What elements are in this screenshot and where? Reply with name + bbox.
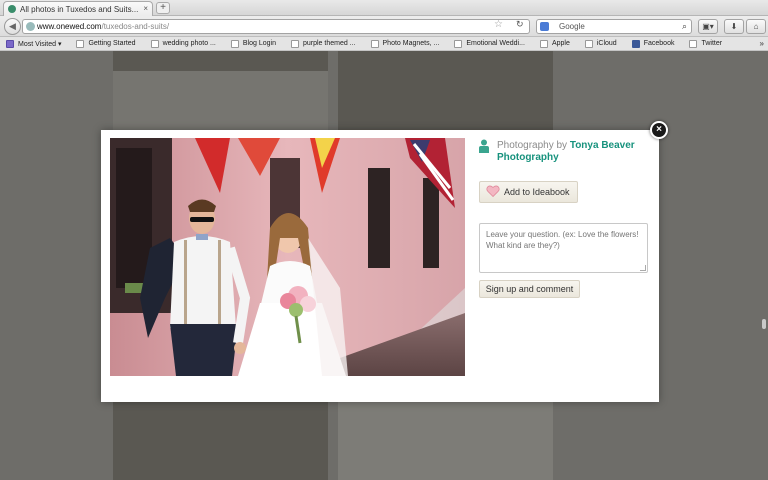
bookmark-label: purple themed ... <box>302 40 356 47</box>
site-favicon-icon <box>8 5 16 13</box>
site-identity-icon[interactable] <box>26 22 35 31</box>
page-icon <box>76 39 85 48</box>
search-icon[interactable]: ⌕ <box>682 20 687 33</box>
bookmark-item[interactable]: iCloud <box>584 39 617 48</box>
question-textarea[interactable] <box>479 223 648 273</box>
tab-close-icon[interactable]: × <box>143 4 148 13</box>
bookmark-item[interactable]: wedding photo ... <box>150 39 216 48</box>
search-engine-icon[interactable] <box>540 22 549 31</box>
bookmark-item[interactable]: Photo Magnets, ... <box>370 39 440 48</box>
background-photo <box>113 401 328 480</box>
page-icon <box>150 39 159 48</box>
bookmark-item[interactable]: Getting Started <box>76 39 136 48</box>
downloads-icon[interactable]: ⬇ <box>724 19 744 34</box>
modal-close-button[interactable]: × <box>650 121 668 139</box>
background-photo <box>338 401 553 480</box>
page-icon <box>689 39 698 48</box>
search-bar[interactable]: Google ⌕ <box>536 19 692 34</box>
scrollbar-thumb[interactable] <box>762 319 766 329</box>
page-icon <box>230 39 239 48</box>
credit-prefix: Photography by <box>497 140 570 151</box>
photo-credit: Photography by Tonya Beaver Photography <box>497 140 652 164</box>
home-icon[interactable]: ⌂ <box>746 19 766 34</box>
url-path: /tuxedos-and-suits/ <box>101 22 170 31</box>
bookmark-label: Emotional Weddi... <box>466 40 525 47</box>
heart-icon <box>486 185 500 198</box>
bookmark-label: Photo Magnets, ... <box>382 40 440 47</box>
navigation-bar: ◀ www.onewed.com/tuxedos-and-suits/ ☆ ↻ … <box>0 16 768 37</box>
tab-title: All photos in Tuxedos and Suits... <box>20 4 139 14</box>
bookmark-star-icon[interactable]: ☆ <box>494 19 503 30</box>
bookmark-item[interactable]: Facebook <box>631 39 675 48</box>
most-visited-icon <box>6 39 14 48</box>
address-bar[interactable]: www.onewed.com/tuxedos-and-suits/ <box>22 19 530 34</box>
page-icon <box>370 39 379 48</box>
bookmark-item[interactable]: purple themed ... <box>290 39 356 48</box>
bookmark-item[interactable]: Emotional Weddi... <box>454 39 525 48</box>
reload-icon[interactable]: ↻ <box>516 19 524 30</box>
bookmark-label: Twitter <box>701 40 723 47</box>
facebook-icon <box>631 39 640 48</box>
browser-tab[interactable]: All photos in Tuxedos and Suits... × <box>3 1 153 16</box>
photographer-icon <box>479 139 489 153</box>
bookmark-label: Getting Started <box>88 40 136 47</box>
bookmark-item[interactable]: Twitter <box>689 39 723 48</box>
bookmark-label: Apple <box>551 40 570 47</box>
bookmark-item[interactable]: Most Visited ▾ <box>6 39 62 48</box>
bookmarks-overflow-icon[interactable]: » <box>760 39 764 48</box>
new-tab-button[interactable]: + <box>156 2 170 14</box>
background-photo <box>338 51 553 131</box>
bookmark-item[interactable]: Apple <box>539 39 570 48</box>
textarea-resize-handle[interactable] <box>640 265 646 271</box>
search-placeholder: Google <box>559 22 585 31</box>
bookmark-label: Most Visited ▾ <box>18 40 62 48</box>
bookmark-item[interactable]: Blog Login <box>230 39 276 48</box>
wedding-photo <box>110 138 465 376</box>
background-photo <box>113 51 328 71</box>
bookmarks-toolbar: Most Visited ▾ Getting Started wedding pho… <box>0 37 768 51</box>
bookmark-label: Blog Login <box>242 40 276 47</box>
url-host: www.onewed.com <box>37 22 102 31</box>
page-icon <box>584 39 593 48</box>
page-icon <box>290 39 299 48</box>
bookmark-label: wedding photo ... <box>162 40 216 47</box>
bookmark-label: Facebook <box>643 40 675 47</box>
page-icon <box>454 39 463 48</box>
back-button[interactable]: ◀ <box>4 18 21 35</box>
sign-up-and-comment-button[interactable]: Sign up and comment <box>479 280 580 298</box>
apple-icon <box>539 39 548 48</box>
tab-strip: All photos in Tuxedos and Suits... × + <box>0 0 768 16</box>
page-menu-button[interactable]: ▣▾ <box>698 19 718 34</box>
bookmark-label: iCloud <box>596 40 617 47</box>
